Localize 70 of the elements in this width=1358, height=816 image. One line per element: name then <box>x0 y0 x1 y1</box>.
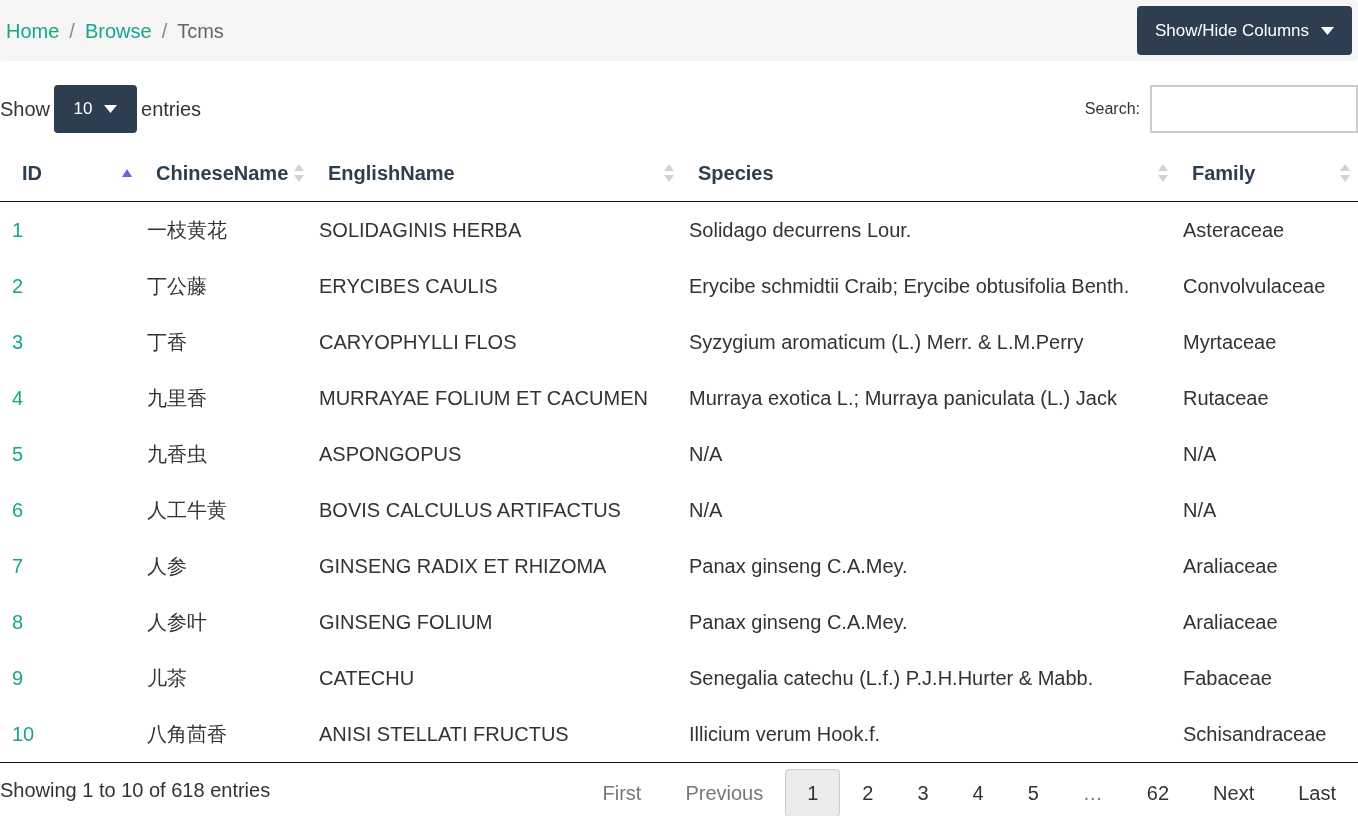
table-cell-text: 人工牛黄 <box>146 498 228 523</box>
show-label: Show <box>0 97 51 122</box>
table-cell-text: Rutaceae <box>1182 386 1270 411</box>
sort-ascending-icon[interactable] <box>122 169 132 177</box>
table-cell-text: Fabaceae <box>1182 666 1273 691</box>
column-header[interactable]: EnglishName <box>312 145 682 201</box>
table-cell-text: GINSENG RADIX ET RHIZOMA <box>318 554 608 579</box>
breadcrumb-current: Tcms <box>177 18 224 44</box>
table-cell-text: CARYOPHYLLI FLOS <box>318 330 518 355</box>
table-cell-text: Murraya exotica L.; Murraya paniculata (L.) Jack <box>688 386 1118 411</box>
table-cell-text: 九里香 <box>146 386 208 411</box>
table-cell-text: N/A <box>1182 442 1218 467</box>
table-cell-text: Solidago decurrens Lour. <box>688 218 913 243</box>
breadcrumb-separator: / <box>160 18 169 44</box>
sort-icon[interactable] <box>294 164 304 182</box>
table-cell-text: CATECHU <box>318 666 416 691</box>
table-cell-text: 儿茶 <box>146 666 188 691</box>
pagination-button[interactable]: 3 <box>895 768 951 816</box>
table-cell-text: ASPONGOPUS <box>318 442 463 467</box>
entries-info: Showing 1 to 10 of 618 entries <box>0 777 271 803</box>
table-cell-text: Asteraceae <box>1182 218 1286 243</box>
caret-icon <box>104 105 118 113</box>
caret-icon <box>1321 26 1334 35</box>
pagination-button[interactable]: 4 <box>950 768 1006 816</box>
pagination-button[interactable]: Next <box>1191 768 1277 816</box>
table-cell-text: GINSENG FOLIUM <box>318 610 494 635</box>
table-cell-text: 人参 <box>146 554 188 579</box>
table-cell-text: Erycibe schmidtii Craib; Erycibe obtusifolia Benth. <box>688 274 1131 299</box>
pagination-button[interactable]: Last <box>1276 768 1358 816</box>
table-cell-text: 八角茴香 <box>146 722 228 747</box>
table-cell-text: 九香虫 <box>146 442 208 467</box>
pagination-button[interactable]: 2 <box>840 768 896 816</box>
show-hide-columns-button[interactable]: Show/Hide Columns <box>1137 6 1352 55</box>
table-cell-text: Panax ginseng C.A.Mey. <box>688 610 909 635</box>
sort-icon[interactable] <box>664 164 674 182</box>
table-cell-text: Araliaceae <box>1182 610 1279 635</box>
column-header[interactable]: ID <box>0 145 140 201</box>
pagination-button[interactable]: 1 <box>785 768 841 816</box>
column-header[interactable]: Species <box>682 145 1176 201</box>
table-cell-text: ANISI STELLATI FRUCTUS <box>318 722 570 747</box>
table-cell-text: 丁公藤 <box>146 274 208 299</box>
pagination-button[interactable]: 5 <box>1005 768 1061 816</box>
table-cell-text: Syzygium aromaticum (L.) Merr. & L.M.Perry <box>688 330 1085 355</box>
table-cell-text: N/A <box>688 498 724 523</box>
page-length-select[interactable]: 10 <box>54 85 138 133</box>
column-header[interactable]: Family <box>1176 145 1358 201</box>
table-cell-text: Illicium verum Hook.f. <box>688 722 882 747</box>
search-label: Search: <box>1084 99 1140 119</box>
table-cell-text: N/A <box>1182 498 1218 523</box>
pagination-button[interactable]: 62 <box>1124 768 1192 816</box>
breadcrumb-separator: / <box>68 18 76 44</box>
table-cell-text: Senegalia catechu (L.f.) P.J.H.Hurter & Mabb. <box>688 666 1095 691</box>
table-cell-text: MURRAYAE FOLIUM ET CACUMEN <box>318 386 649 411</box>
table-cell-text: BOVIS CALCULUS ARTIFACTUS <box>318 498 622 523</box>
table-cell-text: 人参叶 <box>146 610 208 635</box>
table-cell-text: N/A <box>688 442 724 467</box>
table-cell-text: SOLIDAGINIS HERBA <box>318 218 523 243</box>
search-field[interactable] <box>1150 85 1358 133</box>
table-cell-text: Panax ginseng C.A.Mey. <box>688 554 909 579</box>
entries-label: entries <box>141 97 202 122</box>
table-cell-text: Araliaceae <box>1182 554 1279 579</box>
sort-icon[interactable] <box>1158 164 1168 182</box>
table-cell-text: 丁香 <box>146 330 188 355</box>
table-cell-text: ERYCIBES CAULIS <box>318 274 499 299</box>
table-cell-text: Schisandraceae <box>1182 722 1328 747</box>
sort-icon[interactable] <box>1340 164 1350 182</box>
column-header[interactable]: ChineseName <box>140 145 312 201</box>
table-cell-text: 一枝黄花 <box>146 218 228 243</box>
table-cell-text: Myrtaceae <box>1182 330 1278 355</box>
table-cell-text: Convolvulaceae <box>1182 274 1327 299</box>
